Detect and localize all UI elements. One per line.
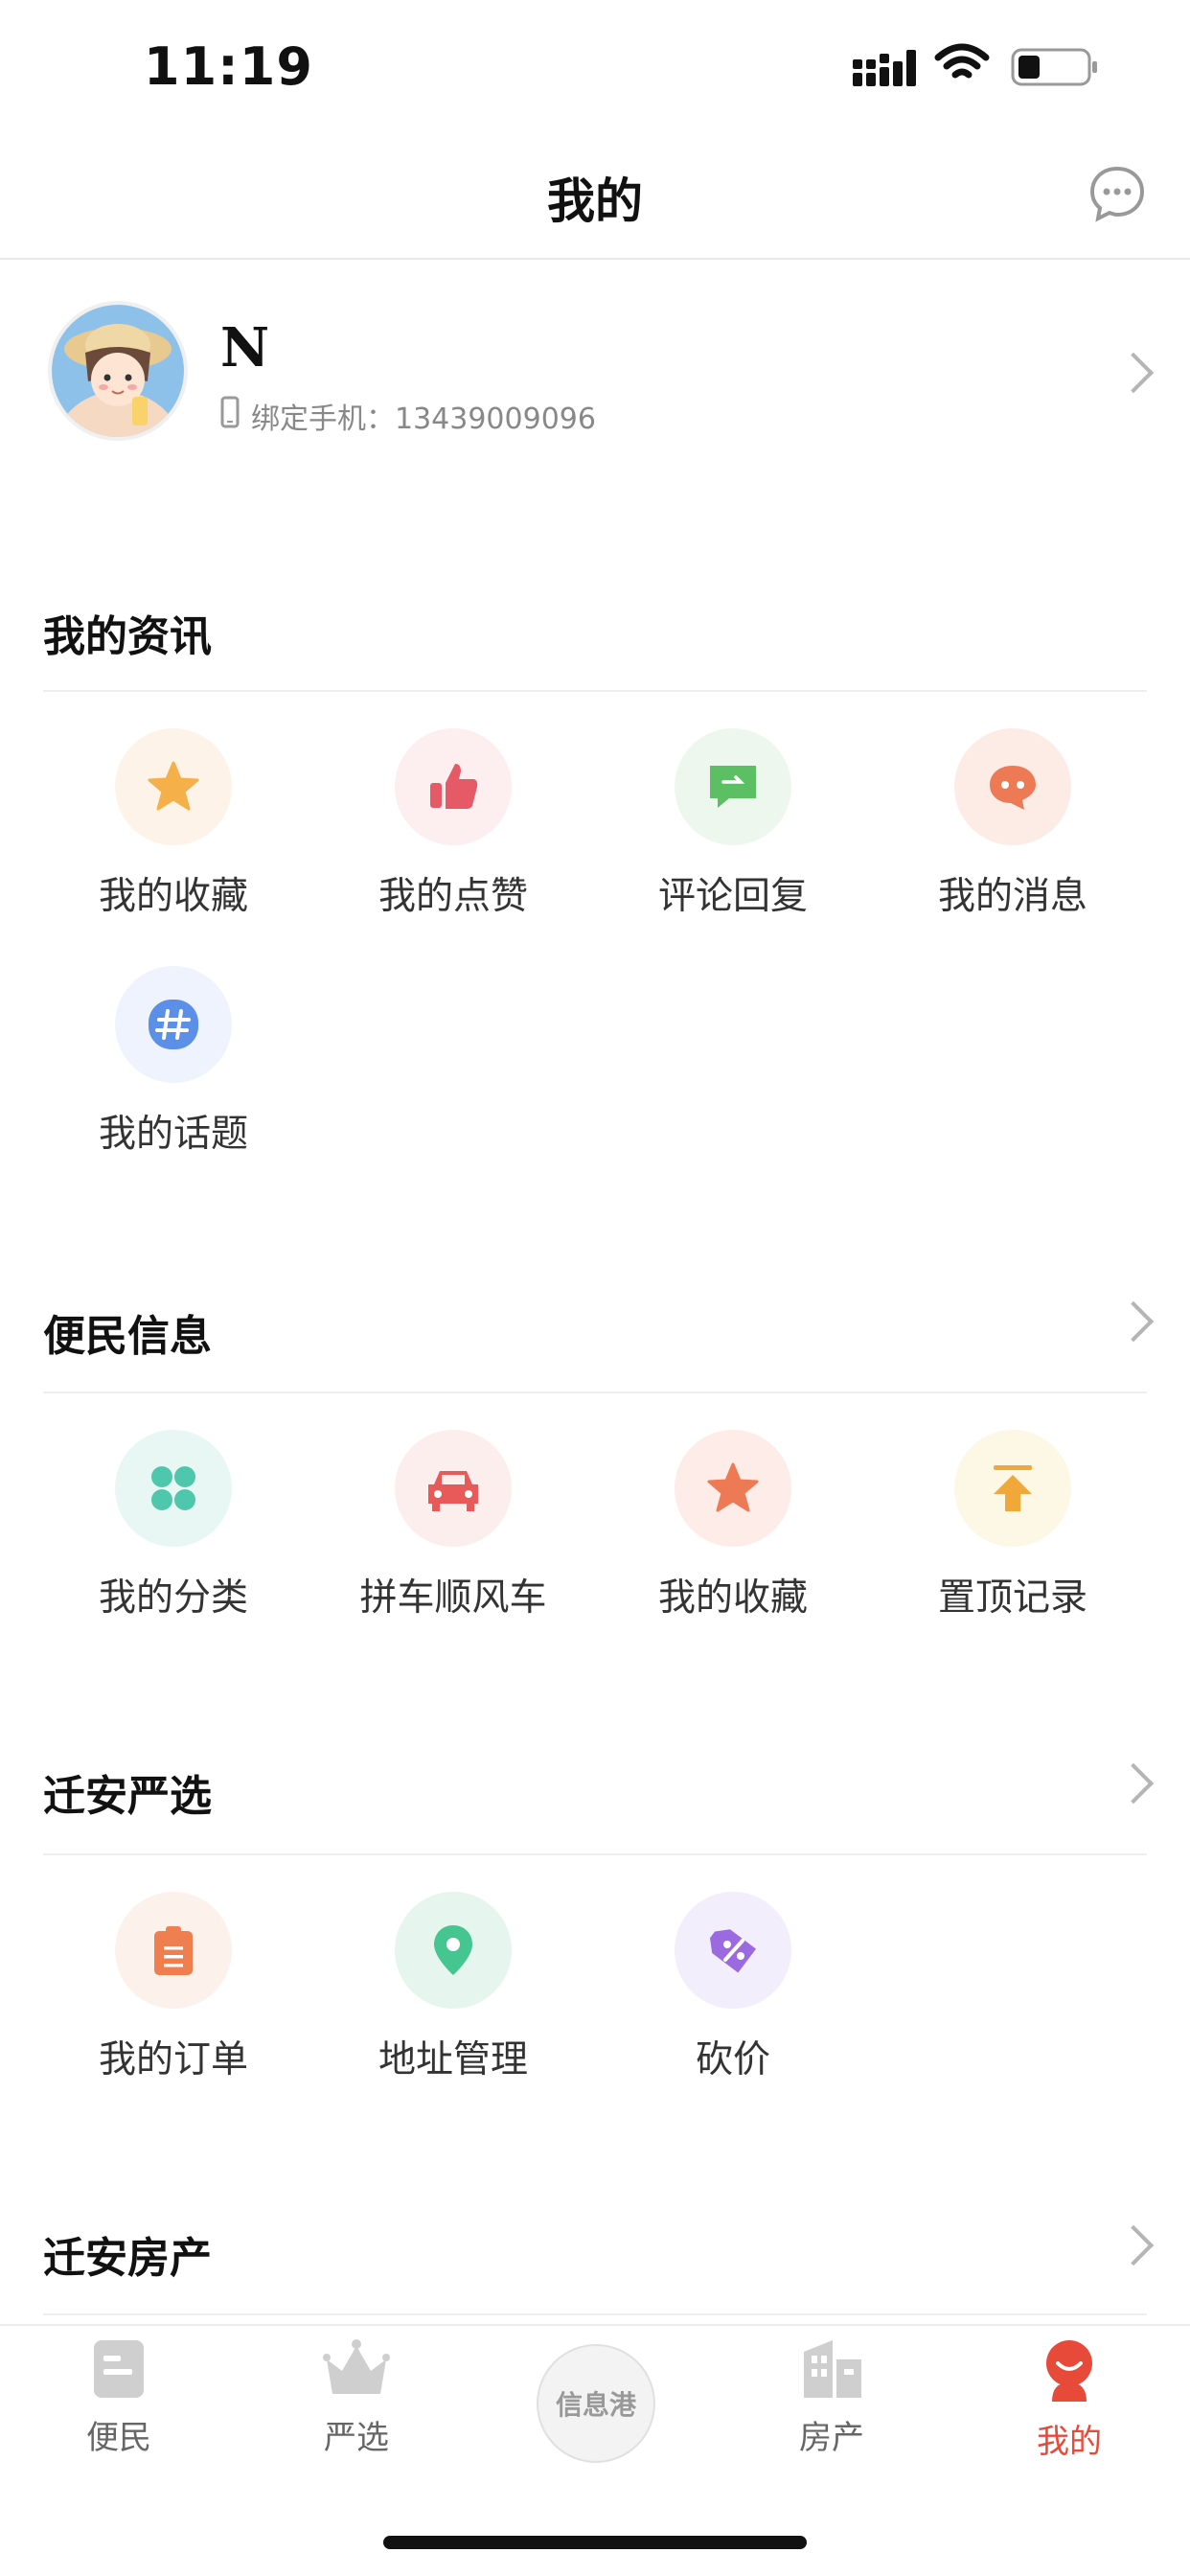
grid-item-my-categories[interactable]: 我的分类	[34, 1430, 313, 1622]
hashtag-icon	[115, 966, 232, 1083]
pin-top-icon	[954, 1430, 1071, 1547]
grid-item-label: 我的点赞	[378, 875, 528, 918]
tab-label: 我的	[1037, 2423, 1102, 2461]
profile-chevron-icon[interactable]	[1112, 352, 1155, 394]
tab-convenience[interactable]: 便民	[0, 2338, 238, 2458]
grid-item-my-favorites[interactable]: 我的收藏	[34, 728, 313, 920]
status-time: 11:19	[144, 36, 313, 97]
phone-label: 绑定手机：13439009096	[251, 402, 596, 436]
grid-item-label: 砍价	[695, 2038, 770, 2082]
grid-item-carpool[interactable]: 拼车顺风车	[313, 1430, 593, 1622]
section-divider	[43, 690, 1147, 692]
grid-item-label: 我的收藏	[657, 1576, 808, 1620]
building-icon	[713, 2338, 950, 2404]
tabbar-divider	[0, 2324, 1190, 2326]
grid-item-my-likes[interactable]: 我的点赞	[313, 728, 593, 920]
clipboard-icon	[115, 1892, 232, 2009]
star-icon	[115, 728, 232, 845]
phone-icon	[220, 396, 240, 436]
grid-item-label: 拼车顺风车	[359, 1576, 547, 1620]
section-title-news: 我的资讯	[43, 612, 212, 661]
section-divider	[43, 2313, 1147, 2315]
section-title-real-estate: 迁安房产	[43, 2234, 212, 2283]
section-divider	[43, 1392, 1147, 1393]
grid-item-my-orders[interactable]: 我的订单	[34, 1892, 313, 2083]
tab-label: 房产	[799, 2419, 864, 2457]
grid-item-label: 我的订单	[98, 2038, 248, 2082]
grid-item-label: 我的分类	[98, 1576, 248, 1620]
grid-item-my-messages[interactable]: 我的消息	[873, 728, 1153, 920]
car-icon	[395, 1430, 512, 1547]
grid-item-label: 我的话题	[98, 1113, 248, 1156]
document-icon	[0, 2338, 238, 2404]
grid-item-pin-records[interactable]: 置顶记录	[873, 1430, 1153, 1622]
discount-tag-icon	[675, 1892, 791, 2009]
message-dots-icon	[954, 728, 1071, 845]
grid-item-convenience-favorites[interactable]: 我的收藏	[593, 1430, 873, 1622]
section-divider	[43, 1853, 1147, 1855]
grid-item-label: 评论回复	[657, 875, 808, 918]
grid-item-label: 地址管理	[378, 2038, 528, 2082]
crown-icon	[238, 2338, 475, 2404]
selection-chevron-icon[interactable]	[1112, 1762, 1155, 1805]
comment-reply-icon	[675, 728, 791, 845]
location-pin-icon	[395, 1892, 512, 2009]
grid-item-my-topics[interactable]: 我的话题	[34, 966, 313, 1158]
grid-item-label: 我的消息	[937, 875, 1087, 918]
tab-mine[interactable]: 我的	[950, 2338, 1188, 2462]
grid-item-address-management[interactable]: 地址管理	[313, 1892, 593, 2083]
tab-label: 便民	[86, 2419, 151, 2457]
user-name: N	[220, 316, 270, 380]
section-title-selection: 迁安严选	[43, 1772, 212, 1821]
chat-bubble-icon[interactable]	[1088, 165, 1146, 222]
grid-item-label: 置顶记录	[937, 1576, 1087, 1620]
star-icon	[675, 1430, 791, 1547]
grid-item-bargain[interactable]: 砍价	[593, 1892, 873, 2083]
clover-icon	[115, 1430, 232, 1547]
grid-item-label: 我的收藏	[98, 875, 248, 918]
nav-divider	[0, 258, 1190, 260]
home-indicator	[383, 2536, 807, 2549]
section-title-convenience: 便民信息	[43, 1312, 212, 1361]
tab-label: 信息港	[555, 2389, 636, 2421]
avatar[interactable]	[52, 305, 184, 437]
convenience-chevron-icon[interactable]	[1112, 1300, 1155, 1343]
grid-item-comment-reply[interactable]: 评论回复	[593, 728, 873, 920]
cellular-signal-icon	[853, 50, 916, 90]
thumbs-up-icon	[395, 728, 512, 845]
wifi-icon	[934, 42, 990, 88]
tab-label: 严选	[324, 2419, 389, 2457]
page-title: 我的	[547, 173, 643, 229]
real-estate-chevron-icon[interactable]	[1112, 2224, 1155, 2266]
battery-icon	[1011, 48, 1099, 90]
phone-row: 绑定手机：13439009096	[220, 395, 596, 437]
tab-info-port[interactable]: 信息港	[537, 2344, 655, 2463]
tab-selection[interactable]: 严选	[238, 2338, 475, 2458]
profile-face-icon	[950, 2338, 1188, 2407]
tab-real-estate[interactable]: 房产	[713, 2338, 950, 2458]
